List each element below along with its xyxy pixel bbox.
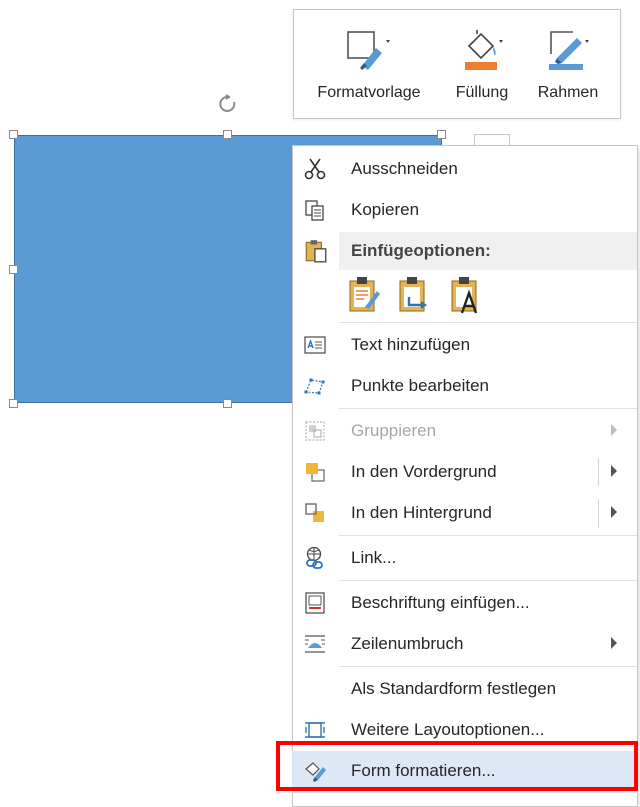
menu-item-label: Zeilenumbruch — [351, 634, 464, 653]
shape-outline-label: Rahmen — [537, 84, 599, 101]
menu-item-group[interactable]: Gruppieren — [293, 411, 637, 451]
shape-style-button[interactable]: Formatvorlage — [304, 20, 434, 112]
paste-text-only-icon[interactable] — [449, 275, 483, 315]
menu-separator — [339, 666, 637, 667]
menu-item-edit-points[interactable]: Punkte bearbeiten — [293, 366, 637, 406]
scissors-icon — [304, 158, 326, 180]
menu-item-set-default-shape[interactable]: Als Standardform festlegen — [293, 669, 637, 709]
shape-style-label: Formatvorlage — [317, 84, 421, 101]
resize-handle-top-left[interactable] — [9, 130, 18, 139]
menu-item-insert-caption[interactable]: Beschriftung einfügen... — [293, 583, 637, 623]
paint-bucket-icon — [465, 30, 503, 70]
pen-outline-icon — [549, 31, 589, 70]
menu-item-send-backward[interactable]: In den Hintergrund — [293, 493, 637, 533]
paste-keep-formatting-icon[interactable] — [347, 275, 381, 315]
split-divider — [598, 499, 599, 527]
insert-caption-icon — [305, 592, 325, 614]
shape-outline-button[interactable]: Rahmen — [526, 20, 610, 112]
paste-picture-icon[interactable] — [397, 275, 431, 315]
paste-options-label: Einfügeoptionen: — [351, 241, 491, 260]
menu-item-cut[interactable]: Ausschneiden — [293, 149, 637, 189]
menu-item-label: Punkte bearbeiten — [351, 376, 489, 395]
send-backward-icon — [305, 503, 324, 522]
edit-points-icon — [304, 378, 325, 395]
resize-handle-bottom[interactable] — [223, 399, 232, 408]
menu-item-add-text[interactable]: Text hinzufügen — [293, 325, 637, 365]
menu-item-label: Als Standardform festlegen — [351, 679, 557, 698]
menu-item-label: Weitere Layoutoptionen... — [351, 720, 545, 739]
resize-handle-top[interactable] — [223, 130, 232, 139]
resize-handle-left[interactable] — [9, 265, 18, 274]
annotation-highlight-box — [276, 741, 638, 791]
menu-item-copy[interactable]: Kopieren — [293, 190, 637, 230]
menu-separator — [339, 322, 637, 323]
menu-item-link[interactable]: Link... — [293, 538, 637, 578]
submenu-arrow-icon[interactable] — [611, 506, 617, 518]
menu-item-label: In den Vordergrund — [351, 462, 497, 481]
menu-item-label: Ausschneiden — [351, 159, 458, 178]
bring-forward-icon — [306, 463, 325, 482]
shape-fill-label: Füllung — [455, 84, 509, 101]
group-icon — [305, 421, 325, 441]
menu-item-label: Kopieren — [351, 200, 420, 219]
menu-item-label: Text hinzufügen — [351, 335, 471, 354]
resize-handle-top-right[interactable] — [437, 130, 446, 139]
rotate-handle-icon[interactable] — [217, 93, 239, 115]
resize-handle-bottom-left[interactable] — [9, 399, 18, 408]
shape-fill-button[interactable]: Füllung — [444, 20, 520, 112]
shape-style-icon — [347, 31, 390, 70]
menu-separator — [339, 580, 637, 581]
menu-item-label: Gruppieren — [351, 421, 437, 440]
menu-separator — [339, 408, 637, 409]
submenu-arrow-icon — [611, 424, 617, 436]
menu-item-label: Link... — [351, 548, 397, 567]
context-menu: Ausschneiden Kopieren Einfügeoptionen: T… — [292, 145, 638, 807]
text-box-icon — [304, 336, 326, 354]
split-divider — [598, 458, 599, 486]
wrap-text-icon — [305, 635, 325, 653]
paste-options-header: Einfügeoptionen: — [339, 232, 637, 270]
menu-separator — [339, 535, 637, 536]
submenu-arrow-icon — [611, 637, 617, 649]
paste-icon — [305, 240, 327, 263]
copy-icon — [305, 200, 324, 221]
mini-toolbar: Formatvorlage Füllung Rahmen — [293, 9, 621, 119]
menu-item-label: Beschriftung einfügen... — [351, 593, 530, 612]
link-icon — [306, 546, 323, 569]
layout-options-icon — [305, 722, 325, 738]
menu-item-wrap-text[interactable]: Zeilenumbruch — [293, 624, 637, 664]
submenu-arrow-icon[interactable] — [611, 465, 617, 477]
menu-item-label: In den Hintergrund — [351, 503, 492, 522]
menu-item-bring-forward[interactable]: In den Vordergrund — [293, 452, 637, 492]
